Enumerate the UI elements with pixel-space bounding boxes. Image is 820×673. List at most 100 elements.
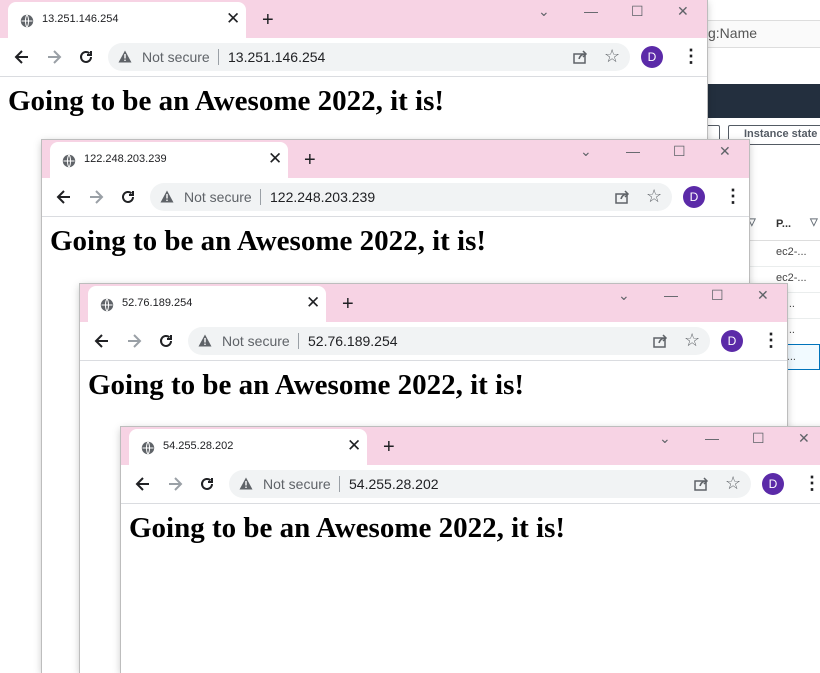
divider (260, 189, 261, 205)
security-label: Not secure (142, 49, 210, 65)
aws-top-navbar (700, 84, 820, 118)
navigation-toolbar: Not secure 122.248.203.239 ☆ D ⋮ (42, 178, 749, 217)
close-icon[interactable]: ✕ (347, 437, 361, 454)
arrow-left-icon[interactable] (92, 331, 112, 351)
address-bar[interactable]: Not secure 13.251.146.254 ☆ (108, 43, 630, 71)
reload-icon[interactable] (76, 47, 96, 67)
url-text[interactable]: 13.251.146.254 (228, 49, 325, 65)
close-window-icon[interactable]: ✕ (798, 431, 810, 445)
globe-icon (20, 14, 34, 28)
arrow-right-icon[interactable] (124, 331, 144, 351)
tag-filter-input[interactable]: g:Name (700, 20, 820, 48)
plus-icon[interactable]: + (262, 10, 274, 30)
minimize-icon[interactable]: — (584, 4, 598, 18)
title-bar[interactable]: 52.76.189.254 ✕ + ⌄ — ☐ ✕ (80, 284, 787, 322)
browser-tab[interactable]: 54.255.28.202 ✕ (129, 429, 367, 465)
globe-icon (141, 441, 155, 455)
maximize-icon[interactable]: ☐ (711, 288, 724, 302)
column-header-label: P... (776, 218, 792, 230)
plus-icon[interactable]: + (342, 294, 354, 314)
share-icon[interactable] (572, 49, 588, 65)
minimize-icon[interactable]: — (664, 288, 678, 302)
avatar[interactable]: D (762, 473, 784, 495)
tab-title: 54.255.28.202 (163, 440, 234, 452)
table-column-header[interactable]: ▽ P... ▽ (748, 210, 820, 241)
title-bar[interactable]: 13.251.146.254 ✕ + ⌄ — ☐ ✕ (0, 0, 707, 38)
sort-icon: ▽ (748, 217, 756, 228)
navigation-toolbar: Not secure 13.251.146.254 ☆ D ⋮ (0, 38, 707, 77)
security-label: Not secure (184, 189, 252, 205)
share-icon[interactable] (614, 189, 630, 205)
kebab-menu-icon[interactable]: ⋮ (724, 186, 742, 206)
title-bar[interactable]: 54.255.28.202 ✕ + ⌄ — ☐ ✕ (121, 427, 820, 465)
security-label: Not secure (222, 333, 290, 349)
divider (218, 49, 219, 65)
kebab-menu-icon[interactable]: ⋮ (762, 330, 780, 350)
arrow-right-icon[interactable] (44, 47, 64, 67)
page-heading: Going to be an Awesome 2022, it is! (50, 225, 487, 257)
arrow-right-icon[interactable] (165, 474, 185, 494)
tab-title: 52.76.189.254 (122, 297, 193, 309)
minimize-icon[interactable]: — (705, 431, 719, 445)
chevron-down-icon[interactable]: ⌄ (618, 288, 630, 302)
kebab-menu-icon[interactable]: ⋮ (682, 46, 700, 66)
page-content: Going to be an Awesome 2022, it is! (121, 504, 820, 673)
title-bar[interactable]: 122.248.203.239 ✕ + ⌄ — ☐ ✕ (42, 140, 749, 178)
chevron-down-icon[interactable]: ⌄ (580, 144, 592, 158)
browser-window-4[interactable]: 54.255.28.202 ✕ + ⌄ — ☐ ✕ Not secure 54.… (121, 427, 820, 673)
share-icon[interactable] (652, 333, 668, 349)
address-bar[interactable]: Not secure 122.248.203.239 ☆ (150, 183, 672, 211)
chevron-down-icon[interactable]: ⌄ (659, 431, 671, 445)
browser-tab[interactable]: 52.76.189.254 ✕ (88, 286, 326, 322)
close-window-icon[interactable]: ✕ (719, 144, 731, 158)
avatar[interactable]: D (641, 46, 663, 68)
close-window-icon[interactable]: ✕ (757, 288, 769, 302)
globe-icon (62, 154, 76, 168)
kebab-menu-icon[interactable]: ⋮ (803, 473, 820, 493)
browser-tab[interactable]: 122.248.203.239 ✕ (50, 142, 288, 178)
divider (339, 476, 340, 492)
minimize-icon[interactable]: — (626, 144, 640, 158)
warning-triangle-icon[interactable] (118, 50, 132, 63)
arrow-left-icon[interactable] (12, 47, 32, 67)
arrow-right-icon[interactable] (86, 187, 106, 207)
close-icon[interactable]: ✕ (226, 10, 240, 27)
maximize-icon[interactable]: ☐ (752, 431, 765, 445)
arrow-left-icon[interactable] (54, 187, 74, 207)
star-icon[interactable]: ☆ (684, 331, 700, 349)
maximize-icon[interactable]: ☐ (631, 4, 644, 18)
chevron-down-icon[interactable]: ⌄ (538, 4, 550, 18)
avatar[interactable]: D (721, 330, 743, 352)
arrow-left-icon[interactable] (133, 474, 153, 494)
share-icon[interactable] (693, 476, 709, 492)
plus-icon[interactable]: + (383, 437, 395, 457)
maximize-icon[interactable]: ☐ (673, 144, 686, 158)
plus-icon[interactable]: + (304, 150, 316, 170)
close-icon[interactable]: ✕ (268, 150, 282, 167)
star-icon[interactable]: ☆ (646, 187, 662, 205)
address-bar[interactable]: Not secure 52.76.189.254 ☆ (188, 327, 710, 355)
avatar[interactable]: D (683, 186, 705, 208)
browser-tab[interactable]: 13.251.146.254 ✕ (8, 2, 246, 38)
url-text[interactable]: 122.248.203.239 (270, 189, 375, 205)
security-label: Not secure (263, 476, 331, 492)
reload-icon[interactable] (118, 187, 138, 207)
warning-triangle-icon[interactable] (160, 190, 174, 203)
page-heading: Going to be an Awesome 2022, it is! (129, 512, 566, 544)
warning-triangle-icon[interactable] (239, 477, 253, 490)
page-heading: Going to be an Awesome 2022, it is! (8, 85, 445, 117)
navigation-toolbar: Not secure 52.76.189.254 ☆ D ⋮ (80, 322, 787, 361)
address-bar[interactable]: Not secure 54.255.28.202 ☆ (229, 470, 751, 498)
reload-icon[interactable] (197, 474, 217, 494)
close-window-icon[interactable]: ✕ (677, 4, 689, 18)
star-icon[interactable]: ☆ (604, 47, 620, 65)
table-row[interactable]: ec2-... (748, 240, 820, 267)
url-text[interactable]: 54.255.28.202 (349, 476, 439, 492)
close-icon[interactable]: ✕ (306, 294, 320, 311)
reload-icon[interactable] (156, 331, 176, 351)
star-icon[interactable]: ☆ (725, 474, 741, 492)
url-text[interactable]: 52.76.189.254 (308, 333, 398, 349)
divider (298, 333, 299, 349)
warning-triangle-icon[interactable] (198, 334, 212, 347)
tag-filter-text: g:Name (708, 25, 758, 41)
